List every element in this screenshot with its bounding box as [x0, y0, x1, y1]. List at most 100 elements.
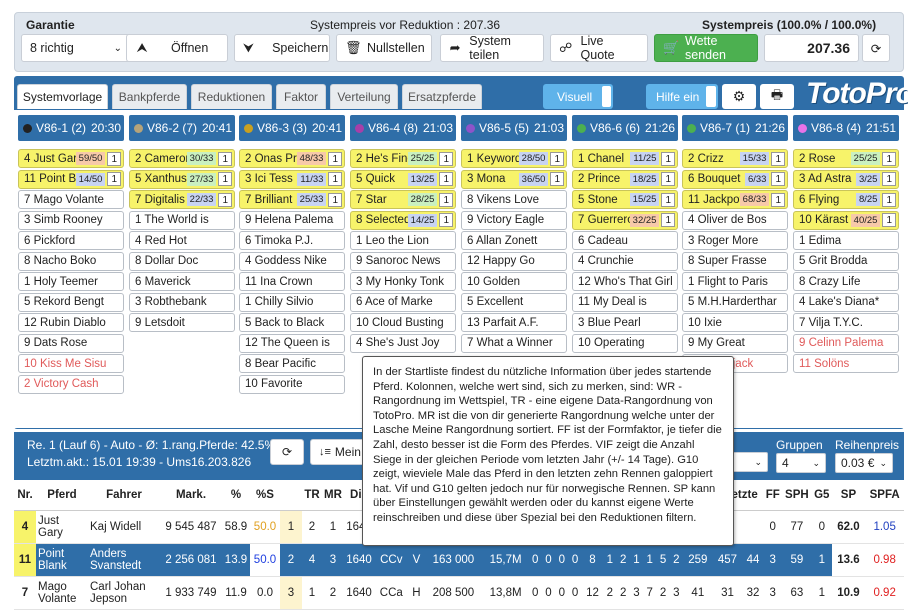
horse-button[interactable]: 9 My Great — [682, 333, 788, 353]
horse-button[interactable]: 10 Kiss Me Sisu — [18, 354, 124, 373]
horse-count[interactable]: 1 — [882, 213, 896, 227]
horse-button[interactable]: 11 Jackpot 68/33 1 — [682, 190, 788, 209]
horse-count[interactable]: 1 — [661, 172, 675, 186]
horse-button[interactable]: 6 Cadeau — [572, 231, 678, 250]
horse-button[interactable]: 11 Ina Crown — [239, 272, 345, 291]
horse-button[interactable]: 2 Rose 25/25 1 — [793, 149, 899, 168]
horse-button[interactable]: 7 Star 28/25 1 — [350, 190, 456, 209]
horse-button[interactable]: 1 The World is — [129, 210, 235, 230]
horse-button[interactable]: 5 Back to Black — [239, 313, 345, 332]
tab-verteilung[interactable]: Verteilung — [330, 84, 398, 109]
horse-button[interactable]: 1 Chilly Silvio — [239, 292, 345, 312]
horse-button[interactable]: 7 What a Winner — [461, 333, 567, 353]
race-header[interactable]: V86-3 (3) 20:41 — [239, 115, 345, 141]
reihenpreis-select[interactable]: 0.03 € ⌄ — [835, 453, 893, 473]
column-header[interactable]: FF — [763, 480, 782, 511]
refresh-list-button[interactable]: ⟳ — [270, 439, 304, 465]
horse-button[interactable]: 12 Who's That Girl — [572, 272, 678, 291]
horse-button[interactable]: 4 Just Gary59/501 — [18, 149, 124, 168]
column-header[interactable]: Pferd — [36, 480, 88, 511]
horse-count[interactable]: 1 — [771, 172, 785, 186]
horse-count[interactable]: 1 — [661, 151, 675, 166]
horse-button[interactable]: 6 Timoka P.J. — [239, 231, 345, 250]
tab-reduktionen[interactable]: Reduktionen — [191, 84, 272, 109]
horse-button[interactable]: 6 Pickford — [18, 231, 124, 250]
horse-button[interactable]: 4 Oliver de Bos — [682, 210, 788, 230]
gruppen-select[interactable]: 4 ⌄ — [776, 453, 826, 473]
horse-button[interactable]: 9 Letsdoit — [129, 313, 235, 332]
open-button[interactable]: ⮝ Öffnen — [126, 34, 228, 62]
column-header[interactable]: Fahrer — [88, 480, 160, 511]
horse-button[interactable]: 4 Red Hot — [129, 231, 235, 250]
horse-button[interactable]: 5 Grit Brodda — [793, 251, 899, 271]
horse-button[interactable]: 9 Dats Rose — [18, 333, 124, 353]
race-header[interactable]: V86-1 (2) 20:30 — [18, 115, 124, 141]
tab-systemvorlage[interactable]: Systemvorlage — [17, 84, 108, 109]
horse-button[interactable]: 1 Holy Teemer — [18, 272, 124, 291]
horse-button[interactable]: 11 My Deal is — [572, 292, 678, 312]
horse-count[interactable]: 1 — [661, 192, 675, 207]
horse-count[interactable]: 1 — [771, 151, 785, 166]
horse-button[interactable]: 4 Crunchie — [572, 251, 678, 271]
horse-button[interactable]: 9 Helena Palema — [239, 210, 345, 230]
table-row[interactable]: 7 Mago Volante Carl Johan Jepson 1 933 749 1… — [14, 576, 904, 610]
horse-button[interactable]: 7 Guerrero 32/25 1 — [572, 210, 678, 230]
column-header[interactable]: Mark. — [160, 480, 222, 511]
column-header[interactable]: SPH — [781, 480, 812, 511]
help-toggle[interactable]: Hilfe ein — [646, 84, 718, 109]
horse-button[interactable]: 10 Kärast 40/25 1 — [793, 210, 899, 230]
tab-ersatzpferde[interactable]: Ersatzpferde — [402, 84, 482, 109]
column-header[interactable]: WR — [280, 480, 302, 511]
horse-button[interactable]: 6 Maverick — [129, 272, 235, 291]
horse-count[interactable]: 1 — [328, 151, 342, 166]
horse-button[interactable]: 2 Crizz 15/33 1 — [682, 149, 788, 168]
horse-button[interactable]: 7 Mago Volante — [18, 190, 124, 209]
horse-button[interactable]: 8 Bear Pacific — [239, 354, 345, 373]
print-button[interactable]: 🖶 — [760, 84, 794, 109]
horse-button[interactable]: 8 Dollar Doc — [129, 251, 235, 271]
horse-count[interactable]: 1 — [882, 151, 896, 166]
horse-button[interactable]: 3 Robthebank — [129, 292, 235, 312]
race-header[interactable]: V86-4 (8) 21:03 — [350, 115, 456, 141]
horse-button[interactable]: 3 Blue Pearl — [572, 313, 678, 332]
horse-button[interactable]: 6 Ace of Marke — [350, 292, 456, 312]
horse-button[interactable]: 11 Point Blank14/501 — [18, 169, 124, 189]
horse-button[interactable]: 2 Önas Prince48/331 — [239, 149, 345, 168]
horse-button[interactable]: 10 Ixie — [682, 313, 788, 332]
horse-button[interactable]: 9 Sanoroc News — [350, 251, 456, 271]
column-header[interactable]: %S — [250, 480, 280, 511]
horse-button[interactable]: 6 Bouquet 6/33 1 — [682, 169, 788, 189]
horse-button[interactable]: 8 Selected 14/25 1 — [350, 210, 456, 230]
share-button[interactable]: ➦ System teilen — [440, 34, 544, 62]
horse-button[interactable]: 5 Stone 15/25 1 — [572, 190, 678, 209]
horse-button[interactable]: 7 Brilliant 25/33 1 — [239, 190, 345, 209]
horse-button[interactable]: 8 Vikens Love — [461, 190, 567, 209]
horse-button[interactable]: 6 Allan Zonett — [461, 231, 567, 250]
column-header[interactable]: SP — [831, 480, 866, 511]
horse-button[interactable]: 7 Vilja T.Y.C. — [793, 313, 899, 332]
race-header[interactable]: V86-2 (7) 20:41 — [129, 115, 235, 141]
horse-button[interactable]: 4 Lake's Diana* — [793, 292, 899, 312]
horse-count[interactable]: 1 — [107, 172, 121, 186]
horse-count[interactable]: 1 — [107, 151, 121, 166]
horse-count[interactable]: 1 — [882, 172, 896, 186]
horse-count[interactable]: 1 — [328, 192, 342, 207]
horse-button[interactable]: 4 She's Just Joy — [350, 333, 456, 353]
my-ranking-button[interactable]: ↓≡ Mein — [310, 439, 370, 465]
horse-button[interactable]: 10 Cloud Busting — [350, 313, 456, 332]
horse-button[interactable]: 9 Victory Eagle — [461, 210, 567, 230]
horse-button[interactable]: 5 M.H.Harderthar — [682, 292, 788, 312]
horse-button[interactable]: 5 Xanthus 27/33 1 — [129, 169, 235, 189]
column-header[interactable]: SPFA — [865, 480, 904, 511]
race-header[interactable]: V86-8 (4) 21:51 — [793, 115, 899, 141]
horse-button[interactable]: 1 Flight to Paris — [682, 272, 788, 291]
horse-button[interactable]: 3 Roger More — [682, 231, 788, 250]
horse-button[interactable]: 1 Chanel 11/25 1 — [572, 149, 678, 168]
horse-button[interactable]: 6 Flying 8/25 1 — [793, 190, 899, 209]
horse-button[interactable]: 10 Operating — [572, 333, 678, 353]
horse-button[interactable]: 3 My Honky Tonk — [350, 272, 456, 291]
horse-count[interactable]: 1 — [439, 172, 453, 186]
horse-button[interactable]: 3 Ad Astra 3/25 1 — [793, 169, 899, 189]
horse-button[interactable]: 2 Prince 18/25 1 — [572, 169, 678, 189]
horse-button[interactable]: 1 Keyword 28/50 1 — [461, 149, 567, 168]
